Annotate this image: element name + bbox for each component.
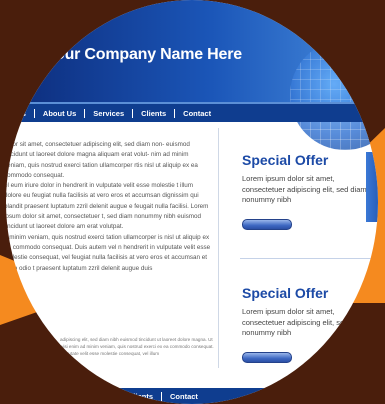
footer-small-text: adipiscing elit, sed diam nibh euismod t…	[60, 337, 214, 356]
offer-button[interactable]	[242, 218, 292, 230]
circular-mask: our Company Name Here tions About Us Ser…	[6, 0, 378, 404]
site-header: our Company Name Here	[6, 0, 378, 150]
company-name: our Company Name Here	[55, 46, 242, 63]
footer-nav-clients[interactable]: Clients	[120, 391, 163, 401]
column-divider	[218, 128, 219, 368]
nav-item-about-us[interactable]: About Us	[35, 108, 86, 118]
product-box-image	[366, 152, 378, 222]
website-template: our Company Name Here tions About Us Ser…	[6, 0, 378, 404]
body-paragraph-3: d minim veniam, quis nostrud exerci tati…	[6, 233, 211, 272]
globe-graphic	[290, 40, 378, 150]
offer-title: Special Offer	[242, 152, 329, 168]
special-offer-2: Special Offer Lorem ipsum dolor sit amet…	[242, 285, 372, 363]
main-nav: tions About Us Services Clients Contact	[6, 102, 378, 122]
offer-button[interactable]	[242, 351, 292, 363]
body-paragraph-2: el eum iriure dolor in hendrerit in vulp…	[6, 182, 209, 231]
offer-divider	[240, 258, 378, 259]
offer-title: Special Offer	[242, 285, 329, 301]
offer-text: Lorem ipsum dolor sit amet, consectetuer…	[242, 307, 367, 337]
nav-item-clients[interactable]: Clients	[133, 108, 176, 118]
main-content: dolor sit amet, consectetuer adipiscing …	[6, 140, 215, 274]
nav-item-contact[interactable]: Contact	[175, 109, 219, 118]
product-box-image	[366, 284, 378, 340]
special-offer-1: Special Offer Lorem ipsum dolor sit amet…	[242, 152, 372, 230]
offer-text: Lorem ipsum dolor sit amet, consectetuer…	[242, 174, 367, 204]
nav-item-solutions[interactable]: tions	[6, 108, 35, 118]
footer-nav: Clients Contact	[6, 388, 378, 404]
body-paragraph-1: dolor sit amet, consectetuer adipiscing …	[6, 141, 198, 179]
footer-nav-contact[interactable]: Contact	[162, 392, 206, 401]
nav-item-services[interactable]: Services	[85, 108, 134, 118]
